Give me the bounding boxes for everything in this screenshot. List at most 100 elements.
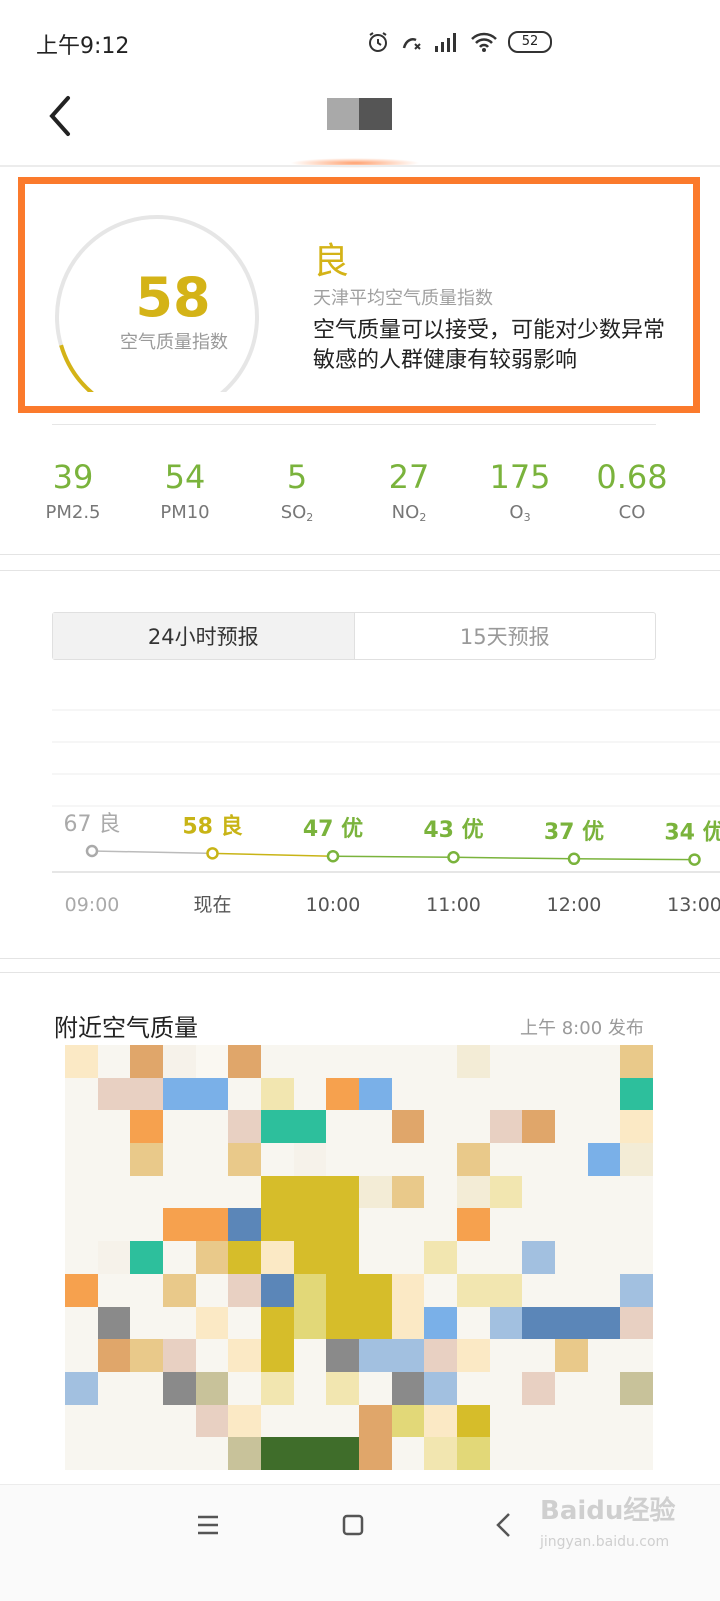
- missed-call-icon: [402, 38, 421, 50]
- map-tile: [359, 1273, 392, 1307]
- pollutant-co[interactable]: 0.68 CO: [577, 458, 687, 523]
- x-tick-label: 11:00: [426, 894, 481, 916]
- map-tile: [326, 1339, 359, 1372]
- map-tile: [65, 1371, 98, 1405]
- map-tile: [620, 1208, 653, 1242]
- map-tile: [555, 1241, 588, 1274]
- map-tile: [163, 1208, 196, 1242]
- pollutant-value: 175: [489, 458, 551, 496]
- nearby-title: 附近空气质量: [54, 1014, 198, 1042]
- map-tile: [555, 1175, 588, 1209]
- map-tile: [195, 1110, 229, 1144]
- nearby-air-quality-map[interactable]: [65, 1045, 653, 1470]
- back-icon[interactable]: [494, 1512, 512, 1538]
- data-label: 47 优: [303, 816, 363, 842]
- map-tile: [522, 1306, 555, 1340]
- pollutant-name: SO2: [280, 502, 314, 524]
- map-tile: [97, 1110, 131, 1144]
- map-tile: [261, 1273, 294, 1307]
- map-tile: [391, 1208, 425, 1242]
- map-tile: [65, 1437, 98, 1470]
- battery-icon: 52: [508, 31, 552, 53]
- map-tile: [424, 1339, 457, 1372]
- map-tile: [457, 1273, 490, 1307]
- divider: [52, 424, 656, 425]
- map-tile: [97, 1241, 131, 1274]
- map-tile: [293, 1404, 327, 1438]
- aqi-value: 58: [135, 266, 211, 329]
- map-tile: [65, 1339, 98, 1372]
- pollutant-name: PM2.5: [45, 502, 101, 523]
- map-tile: [97, 1077, 131, 1111]
- map-tile: [424, 1404, 457, 1438]
- menu-icon[interactable]: [196, 1514, 220, 1536]
- map-tile: [228, 1208, 261, 1242]
- map-tile: [130, 1437, 163, 1470]
- pollutant-pm10[interactable]: 54 PM10: [130, 458, 240, 523]
- back-chevron-icon[interactable]: [40, 92, 80, 140]
- map-tile: [620, 1306, 653, 1340]
- map-tile: [97, 1404, 131, 1438]
- aqi-level: 良: [313, 241, 350, 282]
- map-tile: [489, 1143, 523, 1176]
- map-tile: [130, 1371, 163, 1405]
- data-label: 43 优: [423, 817, 483, 843]
- x-tick-label: 现在: [193, 894, 231, 916]
- map-tile: [97, 1045, 131, 1078]
- map-tile: [359, 1437, 392, 1470]
- home-icon[interactable]: [342, 1514, 364, 1536]
- map-tile: [620, 1404, 653, 1438]
- data-point: [85, 844, 99, 858]
- pollutant-no2[interactable]: 27 NO2: [354, 458, 464, 524]
- tab-24-hour-forecast[interactable]: 24小时预报: [53, 613, 355, 659]
- header-divider: [0, 165, 720, 167]
- map-tile: [326, 1437, 359, 1470]
- map-tile: [293, 1241, 327, 1274]
- tab-15-day-forecast[interactable]: 15天预报: [355, 613, 656, 659]
- pollutant-value: 54: [164, 458, 206, 496]
- map-tile: [293, 1306, 327, 1340]
- map-tile: [228, 1241, 261, 1274]
- map-tile: [391, 1404, 425, 1438]
- map-tile: [65, 1241, 98, 1274]
- map-tile: [293, 1371, 327, 1405]
- pollutant-name: CO: [618, 502, 646, 523]
- map-tile: [261, 1306, 294, 1340]
- map-tile: [522, 1175, 555, 1209]
- data-point: [206, 847, 219, 860]
- map-tile: [228, 1404, 261, 1438]
- map-tile: [228, 1306, 261, 1340]
- pollutant-so2[interactable]: 5 SO2: [242, 458, 352, 524]
- map-tile: [457, 1241, 490, 1274]
- map-tile: [326, 1371, 359, 1405]
- data-label: 67 良: [64, 812, 121, 837]
- data-point: [567, 852, 581, 866]
- status-icons: 52: [366, 28, 552, 56]
- map-tile: [228, 1045, 261, 1078]
- map-tile: [359, 1339, 392, 1372]
- alarm-icon: [369, 32, 387, 52]
- map-tile: [261, 1143, 294, 1176]
- map-tile: [359, 1045, 392, 1078]
- map-tile: [163, 1077, 196, 1111]
- map-tile: [424, 1077, 457, 1111]
- map-tile: [130, 1273, 163, 1307]
- pollutant-value: 39: [52, 458, 94, 496]
- x-tick-label: 12:00: [547, 894, 602, 916]
- map-tile: [97, 1273, 131, 1307]
- series-line: [573, 858, 695, 861]
- x-tick-label: 09:00: [65, 894, 120, 916]
- map-tile: [457, 1143, 490, 1176]
- page-title-redacted: [327, 98, 392, 130]
- map-tile: [424, 1371, 457, 1405]
- map-tile: [620, 1273, 653, 1307]
- map-tile: [391, 1110, 425, 1144]
- map-tile: [359, 1371, 392, 1405]
- map-tile: [489, 1371, 523, 1405]
- map-tile: [228, 1175, 261, 1209]
- map-tile: [97, 1143, 131, 1176]
- map-tile: [163, 1306, 196, 1340]
- pollutant-pm25[interactable]: 39 PM2.5: [18, 458, 128, 523]
- map-tile: [261, 1241, 294, 1274]
- pollutant-o3[interactable]: 175 O3: [465, 458, 575, 524]
